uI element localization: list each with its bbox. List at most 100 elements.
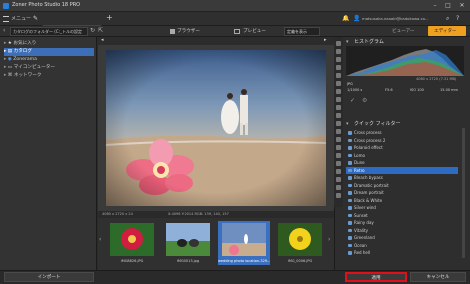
pin-icon[interactable]: ⇱ (98, 27, 103, 34)
filter-dream-portrait[interactable]: Dream portrait (346, 189, 458, 197)
filter-greenland[interactable]: Greenland (346, 234, 458, 242)
selection-tool-icon[interactable] (336, 137, 341, 142)
edit-icon[interactable]: ✎ (33, 15, 41, 23)
filter-lomo[interactable]: Lomo (346, 152, 458, 160)
thumbnail-selected[interactable]: wedding photo location-329... (218, 221, 270, 265)
eraser-tool-icon[interactable] (336, 65, 341, 70)
import-button[interactable]: インポート (4, 272, 94, 282)
filter-red-hell[interactable]: Red hell (346, 249, 458, 257)
filter-black-white[interactable]: Black & White (346, 197, 458, 205)
shutter-info: 1/1000 s (347, 88, 363, 92)
search-icon[interactable]: ⌕ (446, 15, 449, 23)
clone-tool-icon[interactable] (336, 73, 341, 78)
resize-tool-icon[interactable] (336, 185, 341, 190)
refresh-icon[interactable]: ↻ (90, 27, 95, 34)
filter-cross-process[interactable]: Cross process (346, 129, 458, 137)
filter-silver-wind[interactable]: Silver wind (346, 204, 458, 212)
filter-sunset[interactable]: Sunset (346, 212, 458, 220)
notification-icon[interactable]: 🔔 (342, 15, 349, 22)
next-arrow-icon[interactable]: ▸ (324, 37, 327, 43)
thumbnail-label: IMG8826.JPG (120, 259, 144, 263)
brush-tool-icon[interactable] (336, 57, 341, 62)
quick-filter-title: クイック フィルター (354, 121, 401, 127)
filmstrip-right-arrow-icon[interactable]: › (328, 236, 330, 243)
cancel-button[interactable]: キャンセル (410, 272, 466, 282)
menu-button[interactable]: メニュー (11, 15, 31, 22)
browser-grid-icon[interactable] (170, 29, 175, 34)
dogs-thumbnail (166, 223, 210, 256)
thumbnail[interactable]: IMG_0006.JPG (274, 221, 326, 265)
image-info-bar: 4080 x 2720 x 24 X:4096 Y:2014 RGB: 139,… (98, 211, 334, 218)
user-icon[interactable]: 👤 (353, 15, 360, 22)
tree-item-network[interactable]: ▸ ⌘ ネットワーク (4, 72, 94, 80)
filter-vitality[interactable]: Vitality (346, 227, 458, 235)
filter-retro[interactable]: Retro (346, 166, 458, 174)
new-tab-button[interactable]: + (106, 13, 113, 22)
collapse-icon[interactable]: ▾ (346, 39, 349, 45)
scrollbar[interactable] (462, 128, 465, 258)
prev-arrow-icon[interactable]: ◂ (101, 37, 104, 43)
filter-label: Dream portrait (354, 190, 384, 195)
filter-polaroid-effect[interactable]: Polaroid effect (346, 144, 458, 152)
apply-button[interactable]: 適用 (345, 272, 407, 282)
back-icon[interactable]: ‹ (3, 27, 5, 34)
redeye-tool-icon[interactable] (336, 129, 341, 134)
levels-tool-icon[interactable] (336, 161, 341, 166)
close-button[interactable]: ✕ (456, 2, 468, 10)
browser-button[interactable]: ブラウザー (177, 28, 200, 34)
sort-dropdown[interactable]: 定義を表示 (284, 27, 320, 36)
viewer-tab[interactable]: ビューアー (392, 28, 415, 34)
history-tool-icon[interactable] (336, 193, 341, 198)
filter-tool-icon[interactable] (336, 81, 341, 86)
zonerama-icon: ◉ (7, 57, 12, 62)
filter-dune[interactable]: Dune (346, 159, 458, 167)
gradient-tool-icon[interactable] (336, 89, 341, 94)
tree-item-favorites[interactable]: ▸ ★ お気に入り (4, 40, 94, 48)
add-icon[interactable]: ✓ (350, 97, 355, 104)
tree-item-catalog[interactable]: ▸ ▤ カタログ (4, 48, 94, 56)
yellow-flower-thumbnail (278, 223, 322, 256)
filter-label: Silver wind (354, 205, 376, 210)
filter-cross-process-2[interactable]: Cross process 2 (346, 137, 458, 145)
minimize-button[interactable]: – (430, 2, 440, 10)
path-field[interactable]: カタログのフォルダー (C:_トルの設定 (10, 27, 88, 36)
filter-ocean[interactable]: Ocean (346, 242, 458, 250)
image-dimensions: 4080 x 2720 x 24 (102, 212, 133, 216)
tree-item-my-computer[interactable]: ▸ ▭ マイコンピューター (4, 64, 94, 72)
frame-tool-icon[interactable] (336, 121, 341, 126)
maximize-button[interactable]: □ (443, 2, 453, 10)
filter-rainy-day[interactable]: Rainy day (346, 219, 458, 227)
filter-label: Vitality (354, 227, 368, 233)
shape-tool-icon[interactable] (336, 105, 341, 110)
crop-tool-icon[interactable] (336, 41, 341, 46)
thumbnail-label: wedding photo location-329... (218, 259, 270, 263)
filter-dramatic-portrait[interactable]: Dramatic portrait (346, 182, 458, 190)
help-icon[interactable]: ? (456, 15, 459, 22)
preview-icon[interactable] (234, 29, 240, 34)
curves-tool-icon[interactable] (336, 169, 341, 174)
tree-item-zonerama[interactable]: ▸ ◉ Zonerama (4, 56, 94, 64)
quick-filter-collapse-icon[interactable]: ▾ (346, 121, 349, 127)
thumbnail[interactable]: IMG0013.jpg (162, 221, 214, 265)
effects-tool-icon[interactable] (336, 113, 341, 118)
filter-label: Cross process (354, 130, 382, 135)
adjust-tool-icon[interactable] (336, 49, 341, 54)
hamburger-icon[interactable] (3, 16, 9, 22)
thumbnail[interactable]: IMG8826.JPG (106, 221, 158, 265)
wedding-thumbnail (222, 223, 266, 256)
wand-tool-icon[interactable] (336, 153, 341, 158)
thumbnail-label: IMG0013.jpg (176, 259, 200, 263)
photo-viewer[interactable] (98, 45, 334, 211)
rotate-tool-icon[interactable] (336, 177, 341, 182)
editor-tab[interactable]: エディター (428, 26, 466, 36)
tree-label: お気に入り (13, 41, 37, 46)
filter-bleach-bypass[interactable]: Bleach bypass (346, 174, 458, 182)
histogram-title: ヒストグラム (354, 39, 384, 45)
options-icon[interactable]: ⚙ (362, 97, 367, 104)
text-tool-icon[interactable] (336, 97, 341, 102)
lasso-tool-icon[interactable] (336, 145, 341, 150)
star-icon: ★ (7, 41, 12, 46)
account-email[interactable]: matsusaka.naoaki@kadokawa.co... (362, 16, 442, 21)
preview-button[interactable]: プレビュー (243, 28, 266, 34)
filmstrip-left-arrow-icon[interactable]: ‹ (99, 236, 101, 243)
